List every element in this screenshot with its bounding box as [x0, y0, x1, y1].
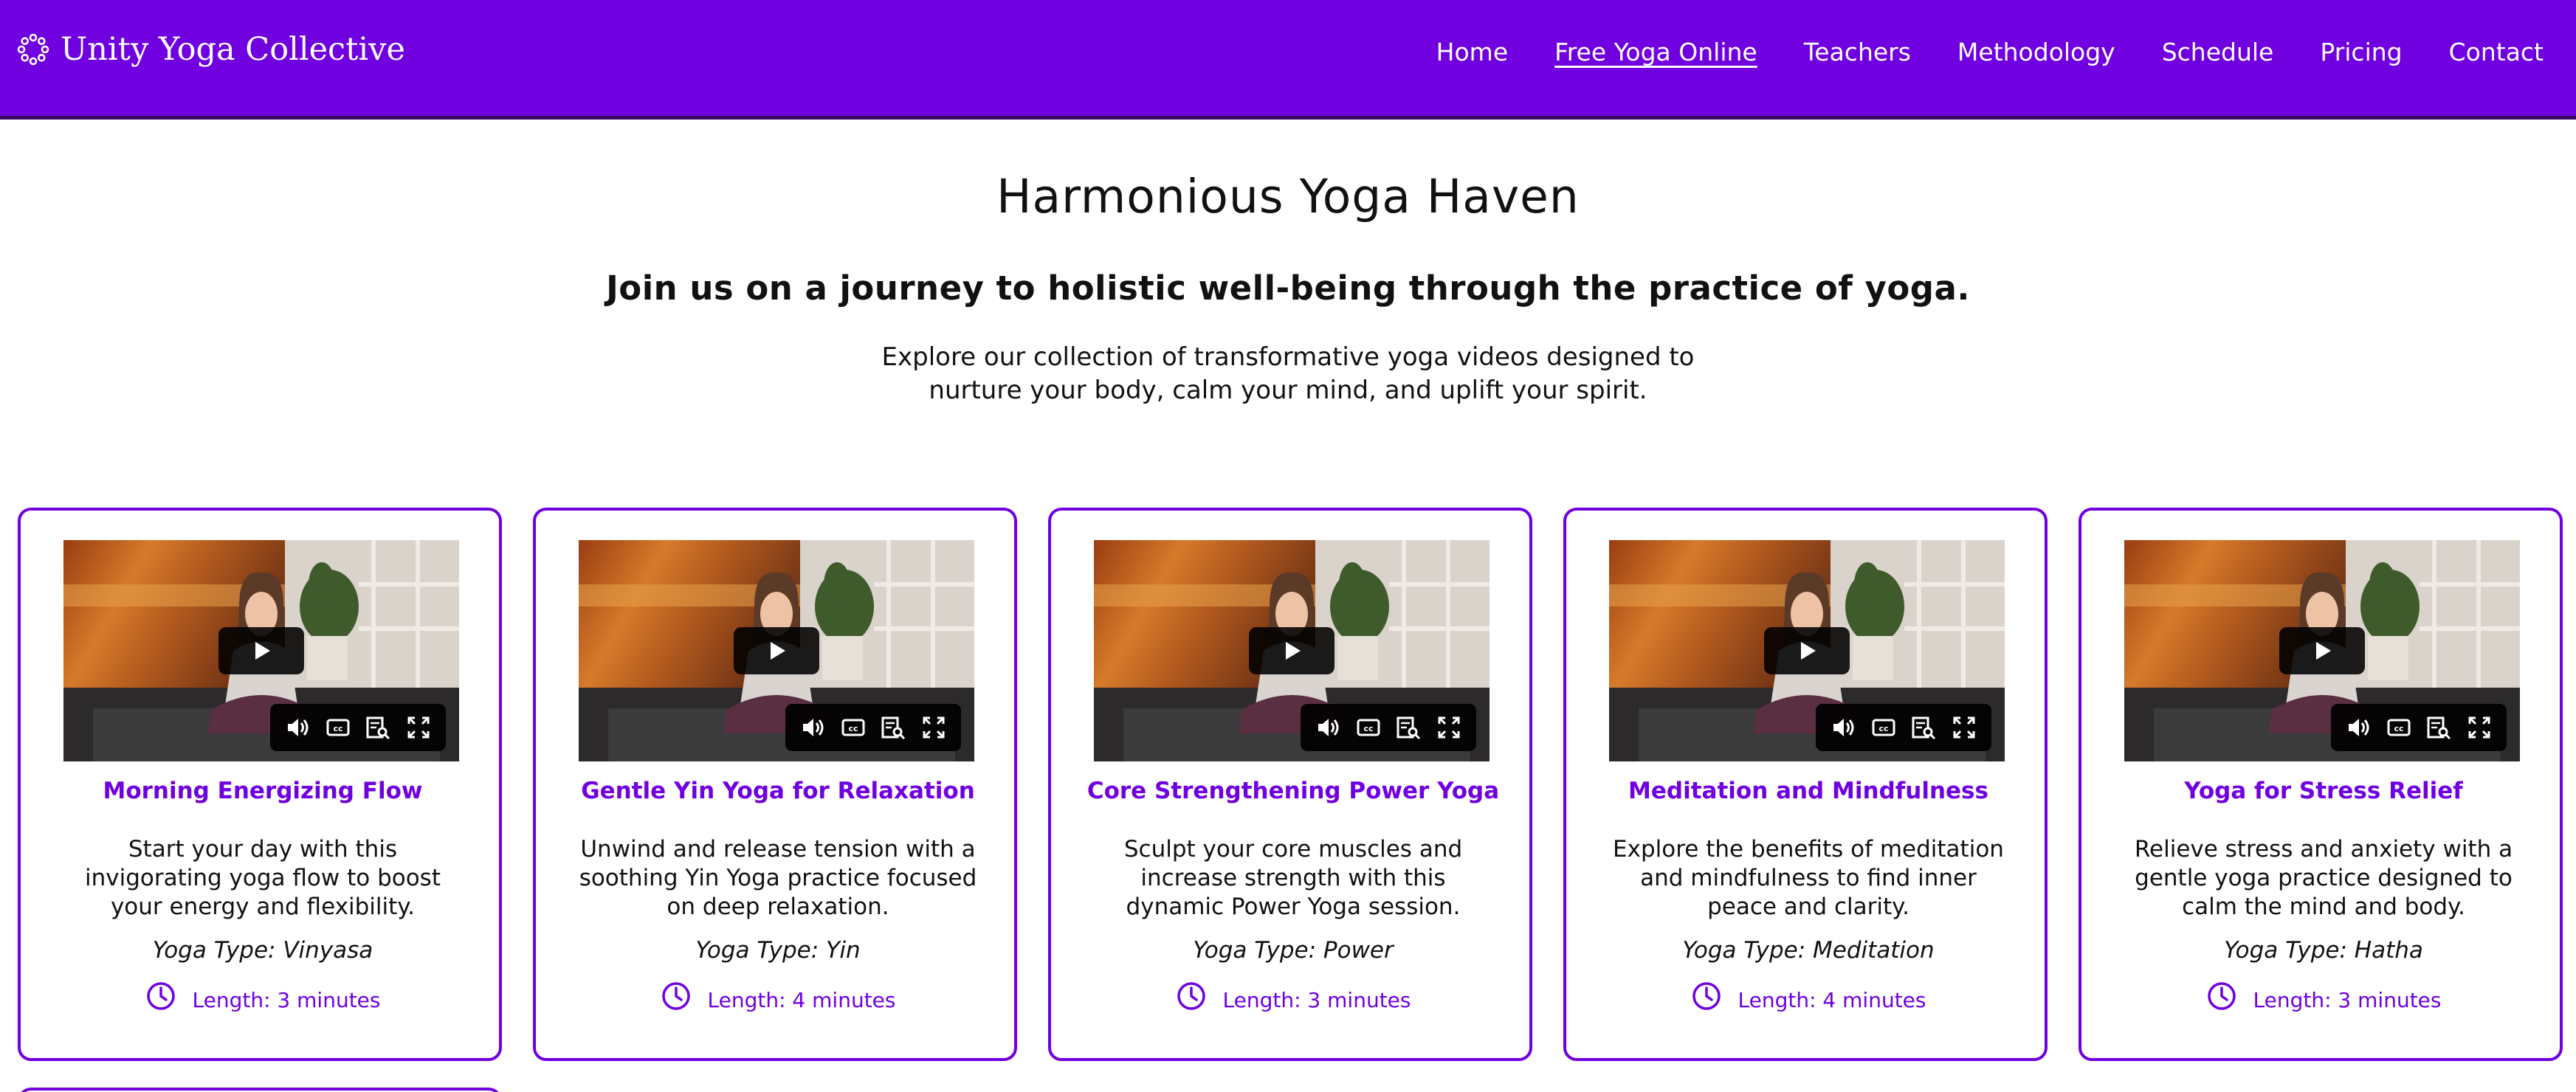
- video-length-label: Length: 4 minutes: [707, 987, 896, 1012]
- brand-name: Unity Yoga Collective: [61, 31, 405, 68]
- video-title[interactable]: Meditation and Mindfulness: [1581, 778, 2036, 804]
- play-button[interactable]: [218, 627, 304, 674]
- video-card: cc Morning Energizing Flow Start your da…: [18, 508, 502, 1061]
- transcript-search-icon[interactable]: [879, 713, 907, 742]
- closed-captions-icon[interactable]: cc: [839, 713, 867, 742]
- nav-schedule[interactable]: Schedule: [2162, 38, 2274, 66]
- page-title: Harmonious Yoga Haven: [996, 170, 1580, 224]
- play-icon: [1286, 642, 1301, 660]
- lotus-dots-icon: [17, 33, 49, 66]
- yoga-type: Yoga Type: Hatha: [2224, 937, 2423, 964]
- nav-teachers[interactable]: Teachers: [1804, 38, 1911, 66]
- nav-free-yoga-online[interactable]: Free Yoga Online: [1554, 38, 1757, 66]
- closed-captions-icon[interactable]: cc: [1354, 713, 1382, 742]
- video-player[interactable]: cc: [1609, 540, 2005, 761]
- video-controls: cc: [1816, 704, 1991, 751]
- video-card: cc Meditation and Mindfulness Explore th…: [1563, 508, 2048, 1061]
- video-controls: cc: [2331, 704, 2507, 751]
- video-title[interactable]: Morning Energizing Flow: [35, 778, 490, 804]
- transcript-search-icon[interactable]: [1394, 713, 1422, 742]
- play-icon: [1801, 642, 1816, 660]
- nav-home[interactable]: Home: [1436, 38, 1508, 66]
- page-subtitle: Join us on a journey to holistic well-be…: [606, 269, 1970, 308]
- video-length-label: Length: 3 minutes: [1222, 987, 1411, 1012]
- clock-icon: [661, 982, 690, 1010]
- video-description: Sculpt your core muscles and increase st…: [1123, 836, 1463, 920]
- main-nav: Home Free Yoga Online Teachers Methodolo…: [1436, 30, 2544, 74]
- play-button[interactable]: [2279, 627, 2365, 674]
- video-length: Length: 3 minutes: [35, 981, 490, 1018]
- transcript-search-icon[interactable]: [364, 713, 392, 742]
- video-length: Length: 3 minutes: [2096, 981, 2551, 1018]
- top-navbar: Unity Yoga Collective Home Free Yoga Onl…: [0, 0, 2576, 120]
- play-button[interactable]: [1764, 627, 1850, 674]
- svg-text:cc: cc: [333, 724, 342, 733]
- clock-icon: [1177, 982, 1205, 1010]
- yoga-type: Yoga Type: Power: [1193, 937, 1394, 964]
- video-length: Length: 4 minutes: [551, 981, 1005, 1018]
- volume-icon[interactable]: [1314, 713, 1342, 742]
- play-button[interactable]: [734, 627, 819, 674]
- volume-icon[interactable]: [799, 713, 827, 742]
- play-button[interactable]: [1249, 627, 1335, 674]
- clock-icon: [1692, 982, 1721, 1010]
- video-title[interactable]: Core Strengthening Power Yoga: [1066, 778, 1521, 804]
- video-player[interactable]: cc: [2124, 540, 2520, 761]
- video-description: Explore the benefits of meditation and m…: [1613, 836, 2004, 920]
- brand-logo[interactable]: Unity Yoga Collective: [16, 24, 405, 75]
- video-card: cc Core Strengthening Power Yoga Sculpt …: [1048, 508, 1532, 1061]
- video-description: Relieve stress and anxiety with a gentle…: [2134, 836, 2513, 920]
- video-title[interactable]: Gentle Yin Yoga for Relaxation: [551, 778, 1005, 804]
- clock-icon: [2207, 982, 2236, 1010]
- video-controls: cc: [1301, 704, 1476, 751]
- yoga-type: Yoga Type: Meditation: [1682, 937, 1935, 964]
- play-icon: [255, 642, 270, 660]
- video-player[interactable]: cc: [63, 540, 459, 761]
- video-player[interactable]: cc: [1094, 540, 1490, 761]
- transcript-search-icon[interactable]: [2425, 713, 2453, 742]
- video-description: Start your day with this invigorating yo…: [85, 836, 441, 920]
- closed-captions-icon[interactable]: cc: [1870, 713, 1898, 742]
- closed-captions-icon[interactable]: cc: [2385, 713, 2413, 742]
- svg-text:cc: cc: [2394, 724, 2403, 733]
- video-controls: cc: [270, 704, 446, 751]
- svg-text:cc: cc: [1363, 724, 1373, 733]
- svg-text:cc: cc: [1878, 724, 1888, 733]
- volume-icon[interactable]: [2344, 713, 2372, 742]
- video-length: Length: 4 minutes: [1581, 981, 2036, 1018]
- play-icon: [2316, 642, 2331, 660]
- yoga-type: Yoga Type: Vinyasa: [152, 937, 373, 964]
- video-length: Length: 3 minutes: [1066, 981, 1521, 1018]
- volume-icon[interactable]: [283, 713, 311, 742]
- video-card: cc Gentle Yin Yoga for Relaxation Unwind…: [533, 508, 1017, 1061]
- volume-icon[interactable]: [1829, 713, 1857, 742]
- page-description: Explore our collection of transformative…: [881, 342, 1695, 405]
- video-card-grid: cc Morning Energizing Flow Start your da…: [18, 508, 2564, 1061]
- nav-methodology[interactable]: Methodology: [1957, 38, 2115, 66]
- yoga-type: Yoga Type: Yin: [695, 937, 861, 964]
- fullscreen-icon[interactable]: [404, 713, 433, 742]
- closed-captions-icon[interactable]: cc: [324, 713, 352, 742]
- video-title[interactable]: Yoga for Stress Relief: [2096, 778, 2551, 804]
- fullscreen-icon[interactable]: [1950, 713, 1978, 742]
- next-row-card-edge: [18, 1088, 502, 1092]
- video-controls: cc: [785, 704, 961, 751]
- video-description: Unwind and release tension with a soothi…: [579, 836, 977, 920]
- video-player[interactable]: cc: [579, 540, 974, 761]
- play-icon: [771, 642, 785, 660]
- video-length-label: Length: 3 minutes: [192, 987, 381, 1012]
- nav-contact[interactable]: Contact: [2449, 38, 2544, 66]
- fullscreen-icon[interactable]: [2465, 713, 2493, 742]
- svg-text:cc: cc: [848, 724, 858, 733]
- video-card: cc Yoga for Stress Relief Relieve stress…: [2079, 508, 2563, 1061]
- video-length-label: Length: 3 minutes: [2253, 987, 2442, 1012]
- clock-icon: [146, 982, 175, 1010]
- nav-pricing[interactable]: Pricing: [2320, 38, 2402, 66]
- fullscreen-icon[interactable]: [920, 713, 948, 742]
- transcript-search-icon[interactable]: [1909, 713, 1938, 742]
- fullscreen-icon[interactable]: [1435, 713, 1463, 742]
- video-length-label: Length: 4 minutes: [1738, 987, 1926, 1012]
